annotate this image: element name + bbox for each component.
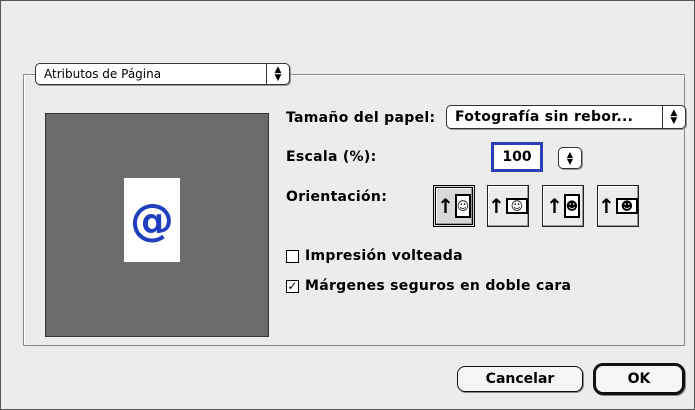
section-popup-value: Atributos de Página: [44, 67, 162, 81]
orientation-reverse-portrait-button[interactable]: ↑ ☻: [542, 185, 584, 227]
popup-arrows-icon: ▲ ▼: [266, 64, 289, 84]
ok-button[interactable]: OK: [593, 363, 685, 395]
landscape-figure-icon: ☺: [505, 198, 528, 214]
flip-label: Impresión volteada: [305, 248, 463, 264]
up-arrow-icon: ↑: [598, 194, 615, 218]
reverse-landscape-figure-icon: ☻: [615, 198, 638, 214]
scale-stepper[interactable]: ▲ ▼: [558, 147, 582, 169]
cancel-button[interactable]: Cancelar: [457, 366, 583, 392]
safe-margins-option-row[interactable]: ✓ Márgenes seguros en doble cara: [286, 278, 571, 294]
portrait-figure-icon: ☺: [454, 194, 471, 218]
page-preview: @: [45, 113, 269, 337]
reverse-portrait-figure-icon: ☻: [563, 194, 580, 218]
orientation-landscape-button[interactable]: ↑ ☺: [487, 185, 529, 227]
scale-input[interactable]: 100: [491, 142, 543, 172]
safe-margins-checkbox[interactable]: ✓: [286, 279, 299, 293]
preview-at-glyph: @: [130, 194, 174, 246]
orientation-portrait-button[interactable]: ↑ ☺: [433, 185, 475, 227]
flip-option-row[interactable]: Impresión volteada: [286, 248, 463, 264]
safe-margins-label: Márgenes seguros en doble cara: [305, 278, 572, 294]
up-arrow-icon: ↑: [546, 194, 563, 218]
orientation-reverse-landscape-button[interactable]: ↑ ☻: [597, 185, 639, 227]
stepper-down-icon[interactable]: ▼: [567, 158, 573, 166]
scale-label: Escala (%):: [286, 149, 377, 165]
paper-size-popup[interactable]: Fotografía sin rebor... ▲ ▼: [446, 105, 686, 129]
page-setup-dialog: Atributos de Página ▲ ▼ @ Tamaño del pape…: [0, 0, 695, 410]
up-arrow-icon: ↑: [437, 194, 454, 218]
popup-arrows-icon: ▲ ▼: [662, 106, 685, 128]
section-popup[interactable]: Atributos de Página ▲ ▼: [35, 63, 290, 85]
preview-sheet: @: [124, 178, 180, 262]
up-arrow-icon: ↑: [488, 194, 505, 218]
flip-checkbox[interactable]: [286, 249, 299, 263]
orientation-label: Orientación:: [286, 189, 388, 205]
paper-size-value: Fotografía sin rebor...: [455, 109, 634, 125]
paper-size-label: Tamaño del papel:: [286, 110, 436, 126]
